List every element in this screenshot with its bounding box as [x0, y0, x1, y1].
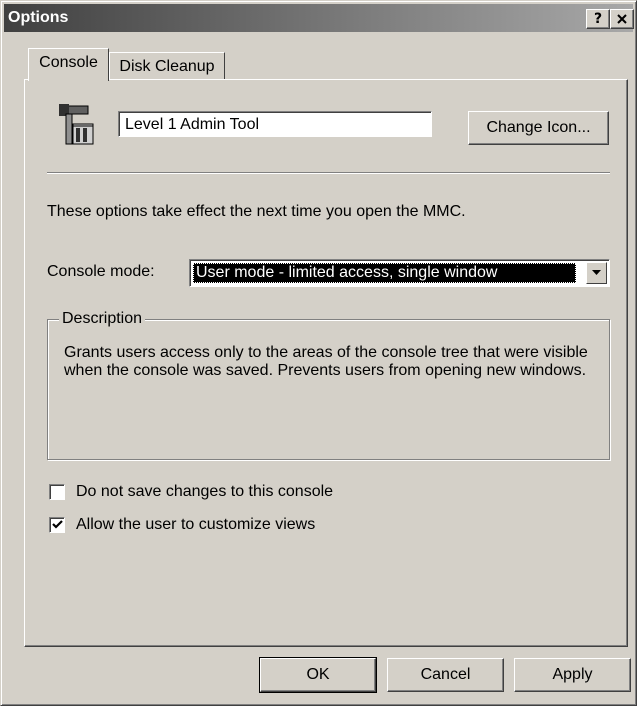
console-name-input[interactable]: Level 1 Admin Tool	[118, 111, 432, 137]
divider	[47, 172, 610, 174]
close-icon	[617, 14, 627, 24]
checkmark-icon	[52, 520, 63, 529]
description-text: Grants users access only to the areas of…	[64, 344, 588, 379]
description-group	[47, 319, 610, 460]
window-title: Options	[8, 9, 69, 26]
close-button[interactable]	[610, 9, 634, 29]
apply-button[interactable]: Apply	[514, 658, 631, 692]
change-icon-button[interactable]: Change Icon...	[468, 111, 609, 145]
info-text: These options take effect the next time …	[47, 203, 466, 220]
no-save-label[interactable]: Do not save changes to this console	[76, 483, 333, 501]
console-mode-label: Console mode:	[47, 263, 155, 280]
cancel-button[interactable]: Cancel	[387, 658, 504, 692]
tab-disk-cleanup[interactable]: Disk Cleanup	[109, 52, 225, 80]
console-mode-select[interactable]: User mode - limited access, single windo…	[189, 259, 610, 287]
title-bar[interactable]: Options ?	[4, 4, 634, 32]
customize-views-label[interactable]: Allow the user to customize views	[76, 516, 315, 534]
ok-button[interactable]: OK	[259, 657, 377, 693]
mmc-console-icon	[56, 102, 96, 146]
dropdown-button[interactable]	[586, 262, 607, 284]
help-button[interactable]: ?	[586, 9, 610, 29]
console-mode-value[interactable]: User mode - limited access, single windo…	[193, 263, 576, 283]
chevron-down-icon	[592, 270, 601, 275]
description-title: Description	[59, 310, 146, 328]
customize-views-checkbox[interactable]	[49, 517, 65, 533]
options-dialog: Options ? Console Disk Cleanup Level 1 A…	[0, 0, 637, 706]
no-save-checkbox[interactable]	[49, 484, 65, 500]
tab-console[interactable]: Console	[28, 48, 109, 81]
